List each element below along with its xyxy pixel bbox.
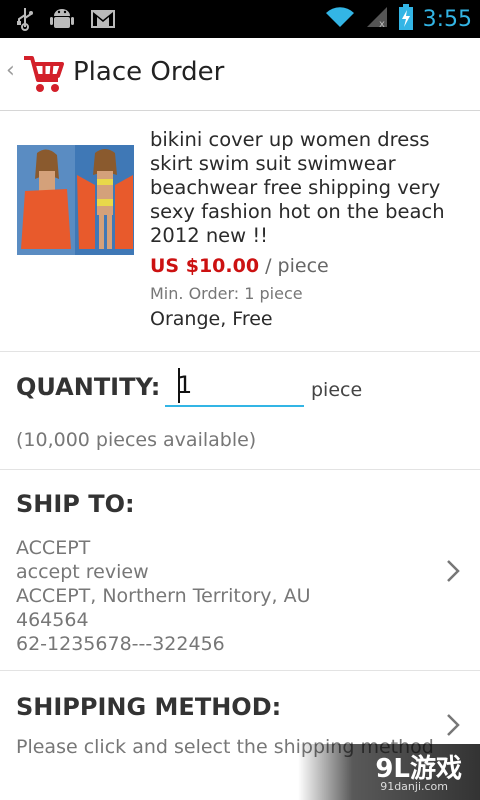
price-unit: / piece [265, 255, 329, 277]
address-line: 464564 [16, 609, 89, 631]
min-order: Min. Order: 1 piece [150, 284, 303, 303]
quantity-section: QUANTITY: piece (10,000 pieces available… [0, 351, 480, 470]
price-amount: US $10.00 [150, 255, 260, 277]
shopping-cart-icon[interactable] [22, 50, 64, 94]
watermark: 9L游戏 91danji.com [298, 744, 480, 800]
back-button[interactable]: ‹ [6, 58, 15, 83]
text-cursor [178, 368, 180, 403]
action-bar: ‹ Place Order [0, 38, 480, 111]
address-line: ACCEPT [16, 537, 91, 559]
usb-icon [16, 7, 34, 35]
clock: 3:55 [422, 6, 472, 32]
product-image[interactable] [17, 145, 134, 255]
watermark-url: 91danji.com [380, 780, 448, 793]
quantity-available: (10,000 pieces available) [16, 429, 257, 451]
gmail-icon [90, 9, 116, 33]
ship-to-address: ACCEPT accept review ACCEPT, Northern Te… [16, 536, 310, 656]
product-name[interactable]: bikini cover up women dress skirt swim s… [150, 128, 462, 248]
quantity-label: QUANTITY: [16, 373, 161, 401]
wifi-icon [325, 5, 355, 33]
product-variant: Orange, Free [150, 308, 273, 330]
quantity-input[interactable] [165, 365, 304, 407]
battery-charging-icon [398, 4, 413, 34]
android-debug-icon [50, 6, 74, 36]
chevron-right-icon[interactable] [446, 713, 460, 737]
chevron-right-icon[interactable] [446, 559, 460, 583]
product-summary: bikini cover up women dress skirt swim s… [0, 111, 480, 352]
ship-to-label: SHIP TO: [16, 490, 135, 518]
signal-icon: x [365, 5, 389, 33]
svg-text:x: x [379, 19, 385, 29]
status-bar: x 3:55 [0, 0, 480, 38]
address-line: ACCEPT, Northern Territory, AU [16, 585, 311, 607]
shipping-method-label: SHIPPING METHOD: [16, 693, 282, 721]
address-line: accept review [16, 561, 149, 583]
ship-to-section[interactable]: SHIP TO: ACCEPT accept review ACCEPT, No… [0, 470, 480, 671]
product-price: US $10.00 / piece [150, 255, 329, 277]
page-title: Place Order [73, 57, 225, 87]
quantity-unit: piece [311, 379, 363, 401]
address-line: 62-1235678---322456 [16, 633, 225, 655]
